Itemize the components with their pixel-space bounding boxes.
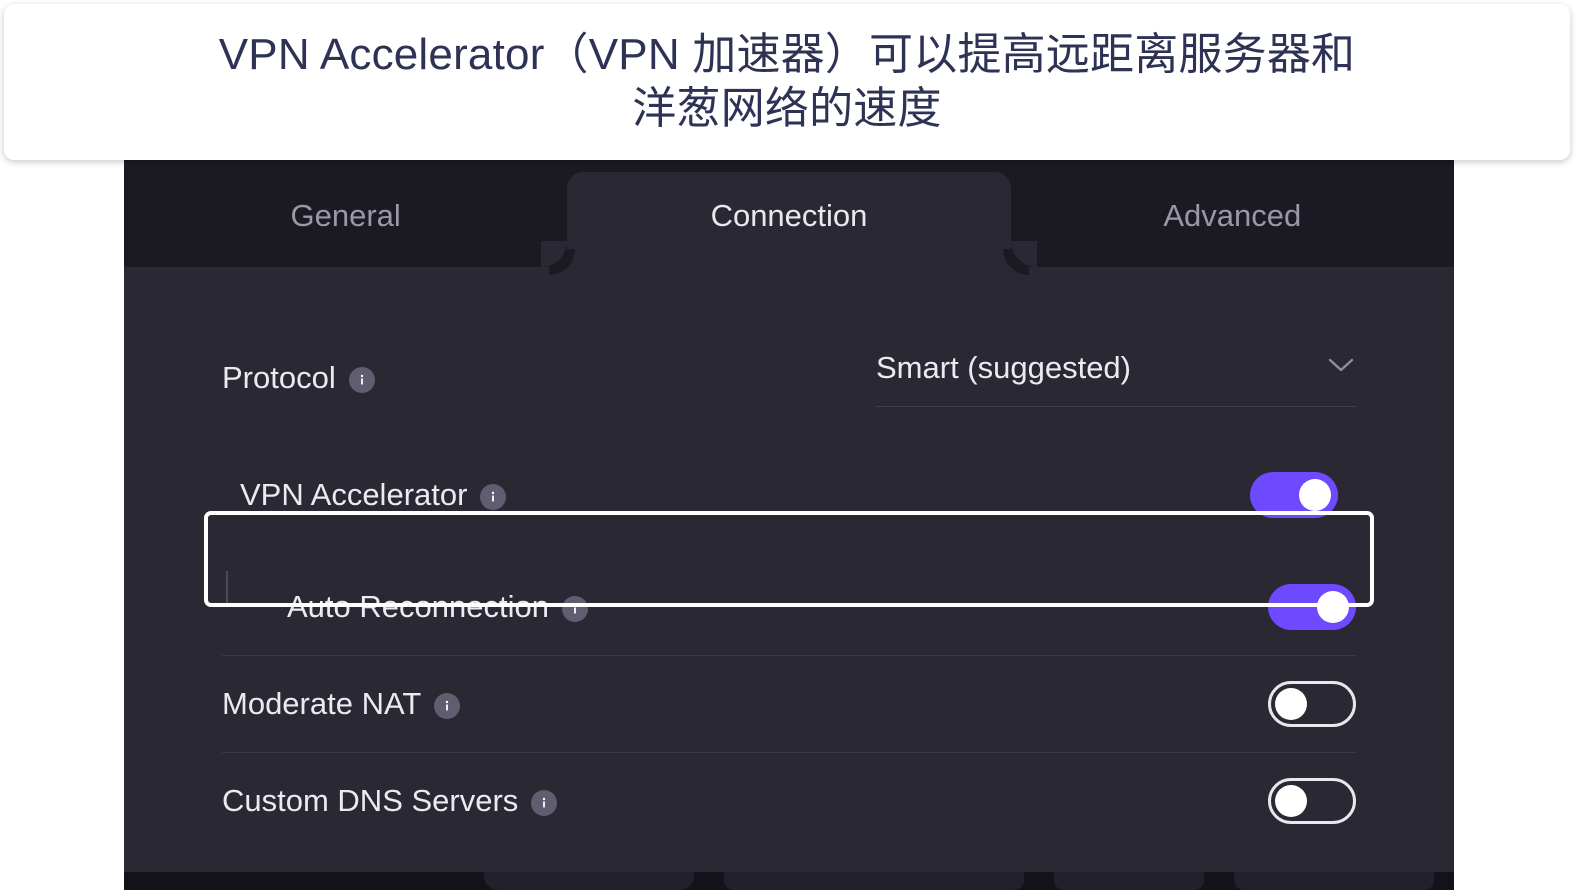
tab-advanced[interactable]: Advanced	[1011, 160, 1454, 267]
settings-tabbar: General Connection Advanced	[124, 160, 1454, 267]
strip-shape-4	[1234, 872, 1434, 890]
tree-branch-icon	[222, 571, 274, 627]
protocol-label-group: Protocol	[222, 360, 375, 396]
info-icon[interactable]	[348, 367, 375, 393]
vpn-accelerator-toggle[interactable]	[1250, 472, 1338, 518]
strip-shape-2	[724, 872, 1024, 890]
info-icon[interactable]	[561, 596, 588, 622]
strip-shape-3	[1054, 872, 1204, 890]
tab-advanced-label: Advanced	[1163, 197, 1302, 233]
caption-text: VPN Accelerator（VPN 加速器）可以提高远距离服务器和 洋葱网络…	[218, 30, 1356, 133]
toggle-knob	[1275, 688, 1307, 720]
caption-banner: VPN Accelerator（VPN 加速器）可以提高远距离服务器和 洋葱网络…	[4, 4, 1570, 160]
info-icon[interactable]	[480, 484, 507, 510]
tab-general[interactable]: General	[124, 160, 567, 267]
protocol-label: Protocol	[222, 360, 336, 395]
tab-connection-label: Connection	[710, 197, 868, 233]
auto-reconnection-label-group: Auto Reconnection	[222, 571, 588, 627]
toggle-knob	[1299, 479, 1331, 511]
auto-reconnection-toggle[interactable]	[1268, 584, 1356, 630]
setting-row-moderate-nat[interactable]: Moderate NAT	[222, 656, 1356, 752]
moderate-nat-label: Moderate NAT	[222, 686, 422, 721]
toggle-knob	[1275, 785, 1307, 817]
vpn-settings-window: General Connection Advanced Protocol Sma…	[124, 160, 1454, 890]
setting-row-auto-reconnection[interactable]: Auto Reconnection	[222, 559, 1356, 655]
custom-dns-servers-label: Custom DNS Servers	[222, 783, 519, 818]
tab-connection[interactable]: Connection	[541, 160, 1038, 267]
custom-dns-label-group: Custom DNS Servers	[222, 783, 558, 819]
info-icon[interactable]	[531, 790, 558, 816]
protocol-dropdown[interactable]: Smart (suggested)	[876, 350, 1356, 407]
custom-dns-servers-toggle[interactable]	[1268, 778, 1356, 824]
vpn-accelerator-label-group: VPN Accelerator	[240, 477, 507, 513]
moderate-nat-label-group: Moderate NAT	[222, 686, 461, 722]
bottom-taskbar-strip	[124, 872, 1454, 890]
connection-settings-list: Protocol Smart (suggested) VPN Accelerat…	[124, 267, 1454, 849]
vpn-accelerator-label: VPN Accelerator	[240, 477, 468, 512]
toggle-knob	[1317, 591, 1349, 623]
setting-row-protocol: Protocol Smart (suggested)	[222, 323, 1356, 423]
setting-row-custom-dns-servers[interactable]: Custom DNS Servers	[222, 753, 1356, 849]
tab-general-label: General	[290, 197, 401, 233]
info-icon[interactable]	[434, 693, 461, 719]
setting-row-vpn-accelerator[interactable]: VPN Accelerator	[222, 447, 1356, 543]
protocol-value: Smart (suggested)	[876, 349, 1131, 385]
moderate-nat-toggle[interactable]	[1268, 681, 1356, 727]
strip-shape-1	[484, 872, 694, 890]
chevron-down-icon	[1326, 356, 1356, 379]
auto-reconnection-label: Auto Reconnection	[287, 589, 549, 624]
